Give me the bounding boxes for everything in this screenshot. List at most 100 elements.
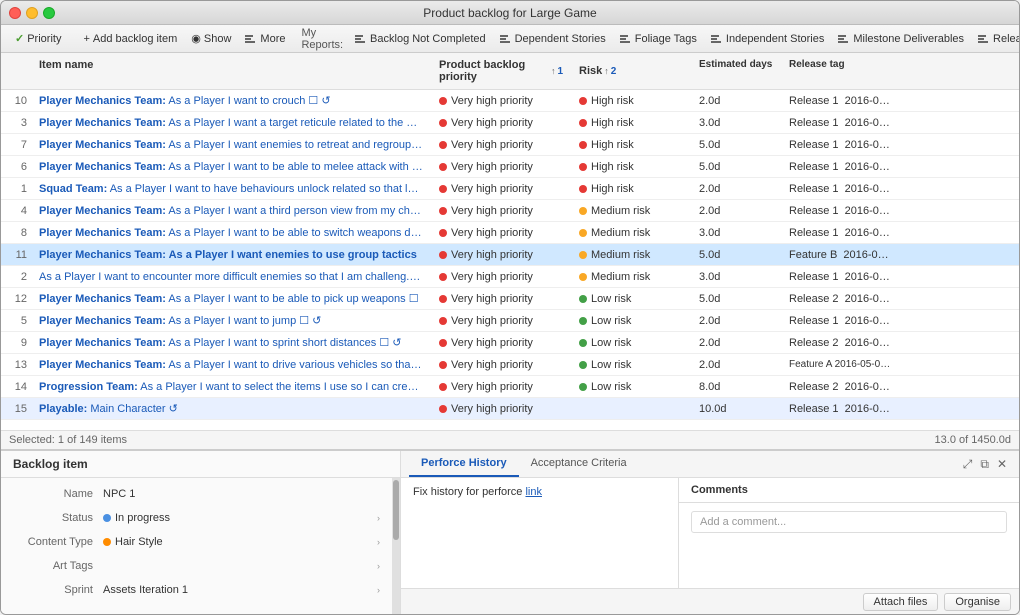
sort-num-1: 1 bbox=[557, 66, 563, 77]
add-backlog-button[interactable]: + Add backlog item bbox=[77, 31, 183, 47]
item-name[interactable]: Player Mechanics Team: As a Player I wan… bbox=[31, 203, 431, 219]
item-name[interactable]: Player Mechanics Team: As a Player I wan… bbox=[31, 136, 431, 153]
close-panel-icon[interactable]: ✕ bbox=[997, 457, 1007, 472]
table-row[interactable]: 10 Player Mechanics Team: As a Player I … bbox=[1, 90, 1019, 112]
row-num: 6 bbox=[1, 159, 31, 175]
close-button[interactable] bbox=[9, 7, 21, 19]
risk-cell: Low risk bbox=[571, 379, 691, 395]
table-row[interactable]: 9 Player Mechanics Team: As a Player I w… bbox=[1, 332, 1019, 354]
risk-cell: High risk bbox=[571, 181, 691, 197]
risk-cell: High risk bbox=[571, 137, 691, 153]
detail-scrollbar[interactable] bbox=[392, 478, 400, 614]
status-label: Status bbox=[13, 512, 103, 524]
btn-backlog[interactable]: Backlog Not Completed bbox=[349, 31, 492, 47]
priority-cell: Very high priority bbox=[431, 357, 571, 373]
item-name[interactable]: Squad Team: As a Player I want to have b… bbox=[31, 181, 431, 197]
more-label: More bbox=[260, 33, 285, 45]
item-name[interactable]: Player Mechanics Team: As a Player I wan… bbox=[31, 290, 431, 307]
priority-dot bbox=[439, 163, 447, 171]
btn-milestone[interactable]: Milestone Deliverables bbox=[832, 31, 970, 47]
table-row[interactable]: 6 Player Mechanics Team: As a Player I w… bbox=[1, 156, 1019, 178]
row-num: 5 bbox=[1, 313, 31, 329]
btn-foliage[interactable]: Foliage Tags bbox=[614, 31, 703, 47]
est-cell: 2.0d bbox=[691, 203, 781, 219]
item-name[interactable]: Player Mechanics Team: As a Player I wan… bbox=[31, 247, 431, 263]
priority-dot bbox=[439, 207, 447, 215]
risk-cell: Medium risk bbox=[571, 247, 691, 263]
table-row[interactable]: 7 Player Mechanics Team: As a Player I w… bbox=[1, 134, 1019, 156]
sprint-value: Assets Iteration 1 › bbox=[103, 584, 380, 596]
art-tags-label: Art Tags bbox=[13, 560, 103, 572]
toolbar: ✓ Priority + Add backlog item ◉ Show Mor… bbox=[1, 25, 1019, 53]
attach-files-button[interactable]: Attach files bbox=[863, 593, 939, 611]
chart-icon-6 bbox=[978, 35, 988, 43]
priority-dot bbox=[439, 251, 447, 259]
perforce-link[interactable]: link bbox=[525, 486, 542, 498]
table-row[interactable]: 8 Player Mechanics Team: As a Player I w… bbox=[1, 222, 1019, 244]
table-row[interactable]: 11 Player Mechanics Team: As a Player I … bbox=[1, 244, 1019, 266]
name-label: Name bbox=[13, 488, 103, 500]
sort-arrow-1: ↑ bbox=[551, 66, 556, 76]
release-cell: Feature A 2016-05-04 Release 1 2016-05-2… bbox=[781, 357, 901, 372]
show-button[interactable]: ◉ Show bbox=[185, 30, 237, 47]
table-row[interactable]: 15 Playable: Main Character ↺ Very high … bbox=[1, 398, 1019, 420]
priority-cell: Very high priority bbox=[431, 203, 571, 219]
item-name[interactable]: Player Mechanics Team: As a Player I wan… bbox=[31, 357, 431, 373]
release-cell: Release 1 2016-05-21 bbox=[781, 115, 901, 131]
field-sprint[interactable]: Sprint Assets Iteration 1 › bbox=[1, 578, 392, 602]
table-row[interactable]: 5 Player Mechanics Team: As a Player I w… bbox=[1, 310, 1019, 332]
priority-dot bbox=[439, 405, 447, 413]
more-button[interactable]: More bbox=[239, 31, 291, 47]
risk-dot bbox=[579, 295, 587, 303]
field-content-type[interactable]: Content Type Hair Style › bbox=[1, 530, 392, 554]
item-name[interactable]: Player Mechanics Team: As a Player I wan… bbox=[31, 92, 431, 109]
item-name[interactable]: As a Player I want to encounter more dif… bbox=[31, 268, 431, 285]
table-row[interactable]: 13 Player Mechanics Team: As a Player I … bbox=[1, 354, 1019, 376]
table-body: 10 Player Mechanics Team: As a Player I … bbox=[1, 90, 1019, 430]
field-status[interactable]: Status In progress › bbox=[1, 506, 392, 530]
table-row[interactable]: 12 Player Mechanics Team: As a Player I … bbox=[1, 288, 1019, 310]
btn-independent[interactable]: Independent Stories bbox=[705, 31, 830, 47]
priority-cell: Very high priority bbox=[431, 401, 571, 417]
item-name[interactable]: Progression Team: As a Player I want to … bbox=[31, 379, 431, 395]
btn2-label: Dependent Stories bbox=[515, 33, 606, 45]
table-row[interactable]: 1 Squad Team: As a Player I want to have… bbox=[1, 178, 1019, 200]
btn6-label: Release 1 Status bbox=[993, 33, 1020, 45]
chevron-icon: › bbox=[377, 513, 380, 523]
row-num: 2 bbox=[1, 269, 31, 285]
table-row[interactable]: 4 Player Mechanics Team: As a Player I w… bbox=[1, 200, 1019, 222]
table-row[interactable]: 3 Player Mechanics Team: As a Player I w… bbox=[1, 112, 1019, 134]
table-row[interactable]: 14 Progression Team: As a Player I want … bbox=[1, 376, 1019, 398]
minimize-button[interactable] bbox=[26, 7, 38, 19]
risk-cell: High risk bbox=[571, 159, 691, 175]
tab-perforce[interactable]: Perforce History bbox=[409, 451, 519, 477]
item-name[interactable]: Player Mechanics Team: As a Player I wan… bbox=[31, 115, 431, 131]
item-name[interactable]: Player Mechanics Team: As a Player I wan… bbox=[31, 312, 431, 329]
risk-cell bbox=[571, 407, 691, 411]
est-cell: 5.0d bbox=[691, 247, 781, 263]
sprint-label: Sprint bbox=[13, 584, 103, 596]
btn-release-status[interactable]: Release 1 Status bbox=[972, 31, 1020, 47]
priority-dot bbox=[439, 229, 447, 237]
item-name[interactable]: Player Mechanics Team: As a Player I wan… bbox=[31, 334, 431, 351]
status-bar: Selected: 1 of 149 items 13.0 of 1450.0d bbox=[1, 430, 1019, 449]
expand-icon[interactable]: ⤢ bbox=[963, 457, 973, 472]
item-name[interactable]: Playable: Main Character ↺ bbox=[31, 400, 431, 417]
scrollbar-thumb bbox=[393, 480, 399, 540]
organise-button[interactable]: Organise bbox=[944, 593, 1011, 611]
tabs-bar: Perforce History Acceptance Criteria ⤢ ⧉… bbox=[401, 451, 1019, 478]
item-name[interactable]: Player Mechanics Team: As a Player I wan… bbox=[31, 158, 431, 175]
comment-input[interactable]: Add a comment... bbox=[691, 511, 1007, 533]
tab-acceptance[interactable]: Acceptance Criteria bbox=[519, 451, 639, 477]
btn-dependent[interactable]: Dependent Stories bbox=[494, 31, 612, 47]
table-area: Item name Product backlog priority ↑ 1 R… bbox=[1, 53, 1019, 449]
risk-cell: Medium risk bbox=[571, 203, 691, 219]
field-art-tags[interactable]: Art Tags › bbox=[1, 554, 392, 578]
row-num: 12 bbox=[1, 291, 31, 307]
priority-button[interactable]: ✓ Priority bbox=[9, 30, 67, 47]
table-row[interactable]: 2 As a Player I want to encounter more d… bbox=[1, 266, 1019, 288]
external-link-icon[interactable]: ⧉ bbox=[980, 457, 989, 472]
maximize-button[interactable] bbox=[43, 7, 55, 19]
risk-cell: Low risk bbox=[571, 335, 691, 351]
item-name[interactable]: Player Mechanics Team: As a Player I wan… bbox=[31, 224, 431, 241]
